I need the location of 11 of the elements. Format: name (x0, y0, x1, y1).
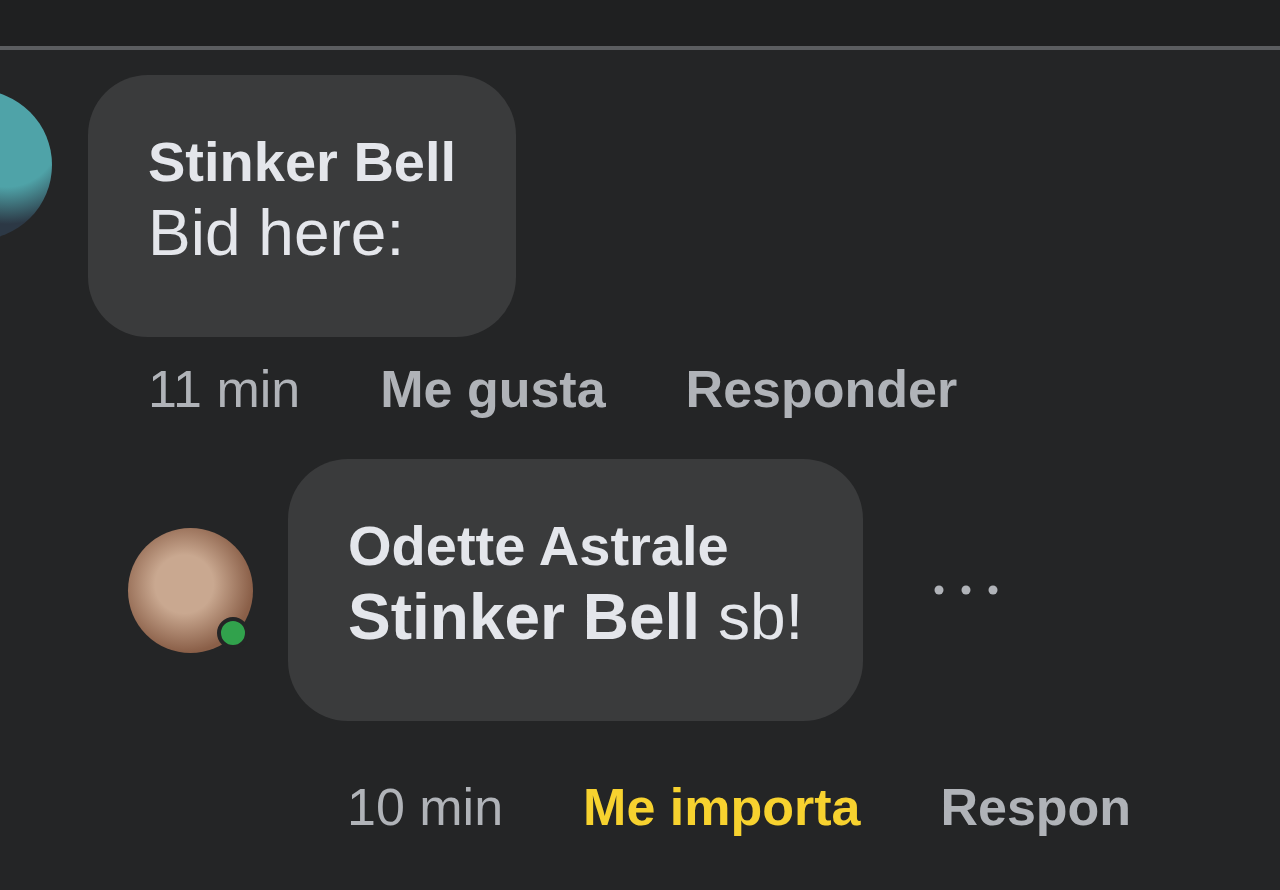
reply-link[interactable]: Responder (685, 359, 958, 419)
comment-text: Stinker Bell sb! (348, 580, 804, 655)
reply-link[interactable]: Respon (940, 777, 1132, 837)
comment-text: Bid here: (148, 196, 406, 271)
timestamp[interactable]: 11 min (148, 359, 301, 419)
more-icon[interactable] (933, 584, 1000, 596)
reaction-link[interactable]: Me gusta (380, 359, 606, 419)
author-name[interactable]: Stinker Bell (148, 131, 457, 193)
timestamp[interactable]: 10 min (347, 777, 504, 837)
author-name[interactable]: Odette Astrale (348, 515, 804, 577)
reaction-link[interactable]: Me importa (583, 777, 861, 837)
